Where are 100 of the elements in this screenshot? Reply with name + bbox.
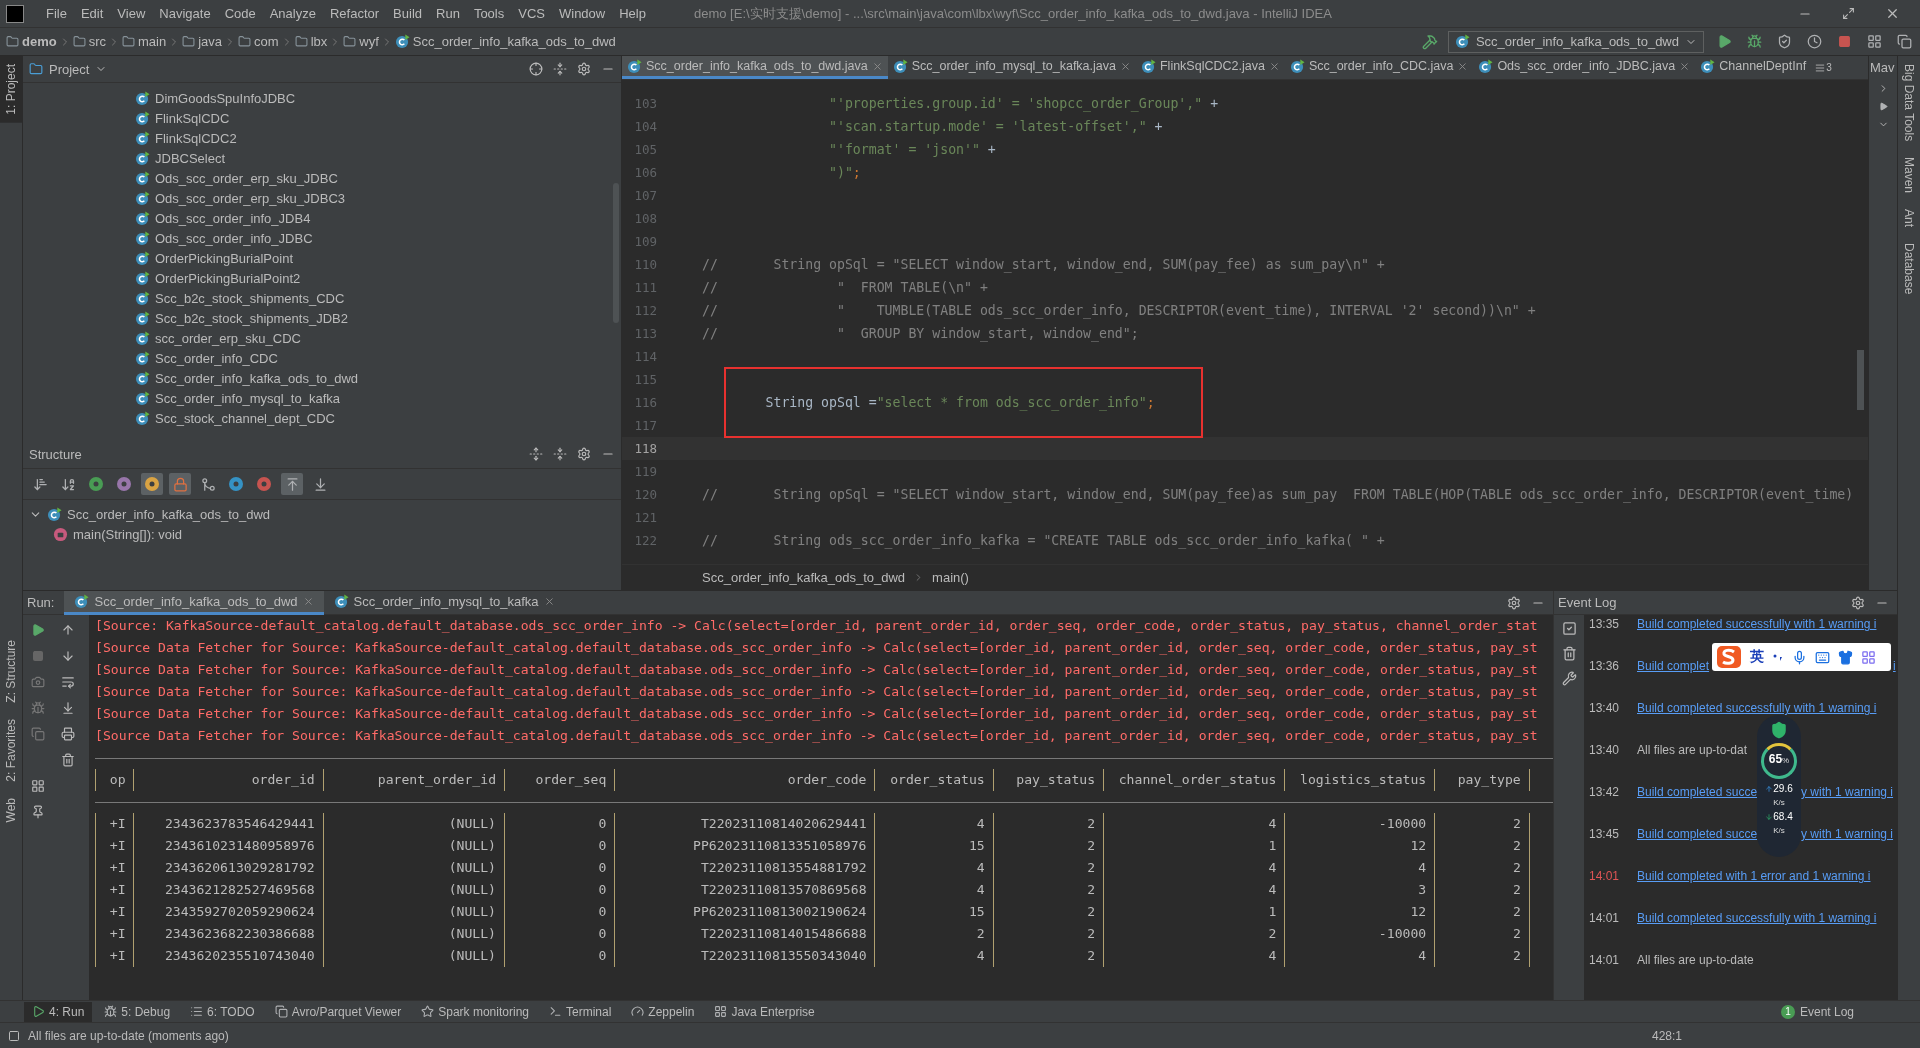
tree-item[interactable]: Ods_scc_order_erp_sku_JDBC	[155, 170, 338, 186]
breadcrumb[interactable]: Scc_order_info_kafka_ods_to_dwd	[412, 34, 616, 49]
grid-icon[interactable]	[1861, 649, 1876, 665]
panel-title[interactable]: Project	[49, 61, 90, 77]
menu-item[interactable]: Refactor	[323, 6, 386, 21]
run-config-dropdown[interactable]: Scc_order_info_kafka_ods_to_dwd	[1447, 30, 1704, 53]
menu-item[interactable]: View	[111, 6, 152, 21]
tree-item[interactable]: JDBCSelect	[155, 150, 226, 166]
close-icon[interactable]	[1268, 60, 1280, 72]
tool-window-tab[interactable]: Spark monitoring	[413, 1001, 537, 1022]
shirt-icon[interactable]	[1838, 649, 1853, 665]
tree-item[interactable]: FlinkSqlCDC2	[155, 130, 237, 146]
menu-item[interactable]: Code	[218, 6, 262, 21]
breadcrumb[interactable]: lbx	[310, 34, 328, 49]
event-link[interactable]: Build completed with 1 error and 1 warning i	[1637, 869, 1871, 883]
input-mode[interactable]: 英	[1750, 648, 1764, 666]
menu-item[interactable]: Run	[430, 6, 466, 21]
tree-item[interactable]: Scc_stock_channel_dept_CDC	[155, 410, 335, 426]
breadcrumb[interactable]: src	[88, 34, 106, 49]
tree-item[interactable]: OrderPickingBurialPoint	[155, 250, 293, 266]
breadcrumb[interactable]: demo	[22, 34, 57, 49]
collapse-icon[interactable]	[553, 62, 567, 76]
keyboard-icon[interactable]	[1815, 649, 1830, 665]
scrollbar[interactable]	[1857, 350, 1864, 410]
tool-window-tab[interactable]: Database	[1898, 235, 1920, 303]
trash-icon[interactable]	[1561, 646, 1577, 661]
tool-window-tab[interactable]: 5: Debug	[96, 1001, 179, 1022]
tool-window-tab[interactable]: Avro/Parquet Viewer	[266, 1001, 410, 1022]
menu-item[interactable]: File	[40, 6, 73, 21]
tree-item[interactable]: scc_order_erp_sku_CDC	[155, 330, 301, 346]
event-link[interactable]: y with 1 warning i	[1801, 827, 1894, 841]
menu-item[interactable]: Tools	[467, 6, 511, 21]
menu-item[interactable]: VCS	[512, 6, 551, 21]
maximize-icon[interactable]	[1842, 7, 1855, 20]
arrow-up-icon[interactable]	[61, 623, 75, 637]
build-icon[interactable]	[1421, 33, 1438, 50]
event-log-button[interactable]: 1 Event Log	[1774, 1003, 1860, 1020]
tree-item[interactable]: Scc_order_info_mysql_to_kafka	[155, 390, 340, 406]
editor-tab[interactable]: Scc_order_info_CDC.java	[1284, 56, 1474, 79]
menu-item[interactable]: Navigate	[153, 6, 217, 21]
event-link[interactable]: Build completed succe	[1637, 827, 1757, 841]
tree-item[interactable]: OrderPickingBurialPoint2	[155, 270, 301, 286]
locate-icon[interactable]	[529, 62, 543, 76]
toolbar-toggle[interactable]	[141, 473, 163, 495]
trash-icon[interactable]	[61, 753, 75, 767]
event-link[interactable]: Build completed successfully with 1 warning i	[1637, 701, 1877, 715]
breadcrumb[interactable]: main	[138, 34, 167, 49]
tool-window-tab[interactable]: 1: Project	[0, 56, 22, 123]
menu-item[interactable]: Edit	[74, 6, 110, 21]
menu-item[interactable]: Window	[552, 6, 612, 21]
settings-icon[interactable]	[577, 62, 591, 76]
mark-read-icon[interactable]	[1561, 621, 1577, 636]
run-tab[interactable]: Scc_order_info_kafka_ods_to_dwd	[64, 590, 324, 615]
event-link[interactable]: Build completed succe	[1637, 785, 1757, 799]
menu-item[interactable]: Analyze	[263, 6, 322, 21]
tree-item[interactable]: Scc_order_info_CDC	[155, 350, 278, 366]
tree-item[interactable]: Scc_order_info_kafka_ods_to_dwd	[67, 506, 271, 522]
tool-window-tab[interactable]: Terminal	[541, 1001, 620, 1022]
breadcrumb[interactable]: java	[198, 34, 223, 49]
event-link[interactable]: Build completed successfully with 1 warning i	[1637, 617, 1877, 631]
tool-window-tab[interactable]: Ant	[1898, 201, 1920, 236]
breadcrumb[interactable]: main()	[932, 570, 969, 585]
restore-icon[interactable]	[31, 727, 45, 741]
tree-item[interactable]: Ods_scc_order_erp_sku_JDBC3	[155, 190, 346, 206]
toolbar-toggle[interactable]	[169, 473, 191, 495]
cursor-position[interactable]: 428:1	[1651, 1028, 1682, 1043]
tool-window-tab[interactable]: Z: Structure	[0, 632, 22, 711]
run-tab[interactable]: Scc_order_info_mysql_to_kafka	[323, 590, 565, 615]
settings-icon[interactable]	[1507, 595, 1521, 610]
tool-window-tab[interactable]: 2: Favorites	[0, 710, 22, 790]
scroll-end-icon[interactable]	[61, 701, 75, 715]
close-icon[interactable]	[1679, 60, 1691, 72]
close-icon[interactable]	[1885, 6, 1900, 21]
collapse-icon[interactable]	[553, 447, 567, 461]
editor-tab[interactable]: Scc_order_info_kafka_ods_to_dwd.java	[622, 56, 888, 79]
arrow-down-icon[interactable]	[61, 649, 75, 663]
toolbar-toggle[interactable]	[281, 473, 303, 495]
print-icon[interactable]	[61, 727, 75, 741]
tree-item[interactable]: Scc_b2c_stock_shipments_CDC	[155, 290, 345, 306]
camera-icon[interactable]	[31, 675, 45, 689]
settings-icon[interactable]	[1851, 595, 1865, 610]
menu-item[interactable]: Help	[613, 6, 652, 21]
menu-item[interactable]: Build	[387, 6, 428, 21]
tree-item[interactable]: Ods_scc_order_info_JDB4	[155, 210, 311, 226]
tree-item[interactable]: DimGoodsSpuInfoJDBC	[155, 90, 296, 106]
tool-window-tab[interactable]: Maven	[1898, 149, 1920, 202]
rerun-icon[interactable]	[31, 623, 45, 637]
expand-icon[interactable]	[529, 447, 543, 461]
wrap-icon[interactable]	[61, 675, 75, 689]
close-icon[interactable]	[543, 595, 555, 607]
event-link[interactable]: Build complet	[1637, 659, 1712, 673]
tool-window-tab[interactable]: 4: Run	[24, 1001, 93, 1022]
tree-item[interactable]: Scc_order_info_kafka_ods_to_dwd	[155, 370, 359, 386]
tool-window-tab[interactable]: Web	[0, 789, 22, 830]
tool-window-tab[interactable]: Java Enterprise	[706, 1001, 823, 1022]
event-link[interactable]: y with 1 warning i	[1801, 785, 1894, 799]
wrench-icon[interactable]	[1561, 671, 1577, 686]
bug-icon[interactable]	[31, 701, 45, 715]
microphone-icon[interactable]	[1792, 649, 1807, 665]
tree-item[interactable]: Ods_scc_order_info_JDBC	[155, 230, 313, 246]
